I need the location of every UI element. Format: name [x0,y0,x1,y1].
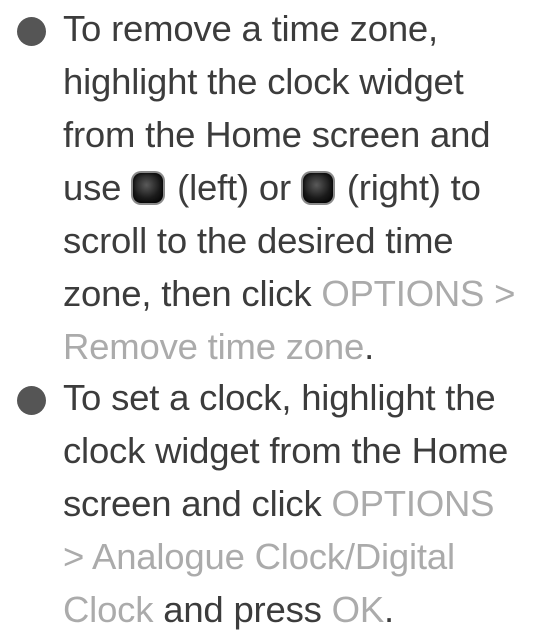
text-line: To remove a time zone, [63,8,438,49]
right-key-icon [302,173,333,203]
menu-path-highlight: Remove time zone [63,326,365,367]
text-line: scroll to the desired time [63,220,454,261]
text-segment: screen and click [63,483,332,524]
text-segment: . [384,589,394,630]
menu-path-highlight: Clock [63,589,154,630]
text-line: To set a clock, highlight the [63,377,496,418]
bullet-icon [17,386,46,415]
text-segment: (right) to [336,167,481,208]
menu-path-highlight: > Analogue Clock/Digital [63,536,455,577]
key-highlight: OK [331,589,385,630]
text-segment: and press [153,589,332,630]
text-line: from the Home screen and [63,114,491,155]
text-segment: (left) or [167,167,301,208]
text-line: clock widget from the Home [63,430,509,471]
text-line: highlight the clock widget [63,61,464,102]
text-line: screen and click OPTIONS [63,477,508,530]
text-line: Remove time zone. [63,320,515,373]
text-segment: use [63,167,132,208]
instruction-text: To remove a time zone, highlight the clo… [63,2,515,373]
text-segment: zone, then click [63,273,322,314]
bullet-icon [17,17,46,46]
left-key-icon [133,173,164,203]
text-segment: . [364,326,375,367]
menu-path-highlight: OPTIONS > [321,273,516,314]
text-line: use (left) or (right) to [63,161,515,214]
text-line: > Analogue Clock/Digital [63,530,508,583]
menu-path-highlight: OPTIONS [331,483,495,524]
text-line: zone, then click OPTIONS > [63,267,515,320]
instruction-text: To set a clock, highlight the clock widg… [63,371,508,636]
text-line: Clock and press OK. [63,583,508,636]
